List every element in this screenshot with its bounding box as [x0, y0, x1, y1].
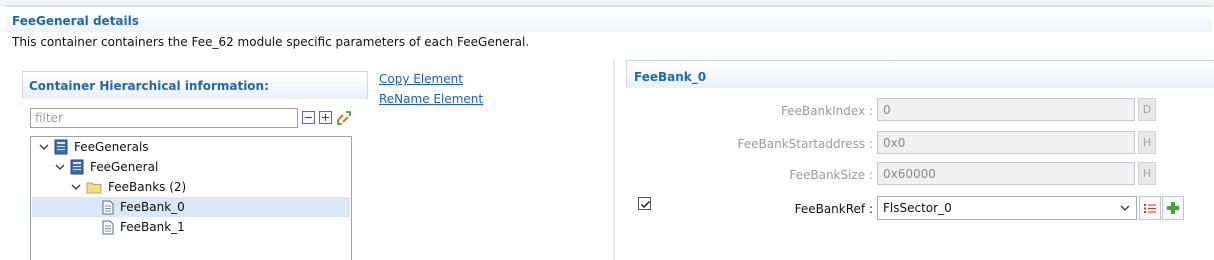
fee-bank-size-label: FeeBankSize :	[789, 168, 873, 182]
rename-element-link[interactable]: ReName Element	[379, 92, 483, 108]
document-icon	[102, 220, 114, 234]
select-reference-button[interactable]	[1139, 196, 1161, 220]
details-title: FeeBank_0	[634, 70, 707, 84]
plus-icon	[1167, 202, 1179, 214]
chevron-down-icon[interactable]	[38, 141, 50, 153]
hierarchy-title: Container Hierarchical information:	[29, 79, 269, 93]
tree-item-feegenerals[interactable]: FeeGenerals	[32, 137, 350, 157]
tree-item-feegeneral[interactable]: FeeGeneral	[32, 157, 350, 177]
chevron-down-icon	[1120, 205, 1130, 211]
list-icon	[1144, 204, 1156, 213]
details-section-header: FeeBank_0	[626, 60, 1214, 88]
tree-item-label: FeeBanks (2)	[108, 180, 187, 194]
hierarchy-tree: FeeGenerals FeeGeneral FeeBanks (2) FeeB…	[30, 136, 352, 260]
hex-format-button[interactable]: H	[1138, 162, 1156, 185]
link-sync-button[interactable]	[335, 109, 353, 127]
tree-item-label: FeeBank_1	[120, 220, 185, 234]
tree-item-feebanks[interactable]: FeeBanks (2)	[32, 177, 350, 197]
page-header: FeeGeneral details	[6, 6, 1212, 32]
tree-item-feebank-0[interactable]: FeeBank_0	[32, 197, 350, 217]
tree-item-label: FeeBank_0	[120, 200, 185, 214]
tree-item-label: FeeGeneral	[90, 160, 159, 174]
fee-bank-ref-enable-checkbox[interactable]	[638, 197, 651, 210]
fee-bank-ref-select[interactable]: FlsSector_0	[877, 196, 1137, 220]
folder-icon	[86, 182, 102, 194]
container-icon	[54, 139, 68, 155]
tree-item-feebank-1[interactable]: FeeBank_1	[32, 217, 350, 237]
fee-bank-ref-value: FlsSector_0	[883, 201, 952, 215]
fee-bank-index-label: FeeBankIndex :	[780, 104, 873, 118]
fee-bank-startaddress-label: FeeBankStartaddress :	[737, 137, 873, 151]
collapse-all-button[interactable]	[302, 111, 315, 124]
fee-bank-size-field[interactable]: 0x60000	[877, 162, 1135, 185]
page-description: This container containers the Fee_62 mod…	[12, 35, 530, 49]
panel-divider[interactable]	[613, 60, 615, 260]
decimal-format-button[interactable]: D	[1138, 98, 1156, 121]
fee-bank-index-field[interactable]: 0	[877, 98, 1135, 121]
plus-icon-v	[325, 114, 326, 121]
sync-icon	[337, 111, 351, 125]
add-reference-button[interactable]	[1162, 196, 1184, 220]
page-title: FeeGeneral details	[12, 14, 139, 28]
chevron-down-icon[interactable]	[54, 161, 66, 173]
chevron-down-icon[interactable]	[70, 181, 82, 193]
minus-icon	[305, 117, 312, 118]
copy-element-link[interactable]: Copy Element	[379, 72, 483, 88]
hierarchy-section-header: Container Hierarchical information:	[22, 71, 368, 99]
tree-item-label: FeeGenerals	[74, 140, 149, 154]
checkmark-icon	[640, 200, 651, 209]
fee-bank-startaddress-field[interactable]: 0x0	[877, 131, 1135, 154]
document-icon	[102, 200, 114, 214]
element-actions: Copy Element ReName Element	[379, 72, 483, 112]
filter-input[interactable]	[30, 108, 298, 128]
hex-format-button[interactable]: H	[1138, 131, 1156, 154]
fee-bank-ref-label: FeeBankRef :	[794, 202, 873, 216]
expand-all-button[interactable]	[319, 111, 332, 124]
container-icon	[70, 159, 84, 175]
